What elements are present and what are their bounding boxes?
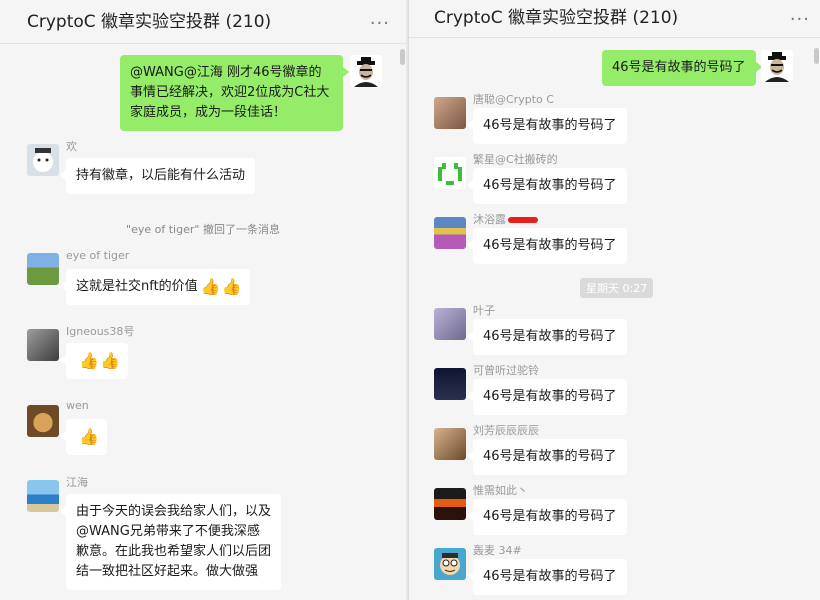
sender-name: 沐浴露 (473, 211, 538, 227)
horse-avatar[interactable] (434, 428, 466, 460)
time-divider: 星期天 0:27 (580, 278, 654, 298)
thumbs-up-icon: 👍 (79, 350, 99, 370)
bw-photo-avatar[interactable] (27, 329, 59, 361)
sender-name: 欢 (66, 140, 77, 153)
message-bubble[interactable]: 46号是有故事的号码了 (467, 319, 627, 355)
message-bubble[interactable]: 46号是有故事的号码了 (467, 228, 627, 264)
message-other: 繁星@C社搬砖的 46号是有故事的号码了 (409, 151, 820, 207)
chat-title: CryptoC 徽章实验空投群 (210) (434, 8, 679, 28)
message-bubble[interactable]: 👍 (60, 419, 107, 455)
thumbs-up-icon: 👍 (100, 350, 120, 370)
message-other: eye of tiger 这就是社交nft的价值 👍👍 (0, 249, 406, 313)
message-bubble[interactable]: 👍👍 (60, 343, 128, 379)
sender-name: Igneous38号 (66, 325, 135, 338)
message-other: 沐浴露 46号是有故事的号码了 (409, 211, 820, 267)
sender-name: 轰麦 34# (473, 544, 522, 557)
polar-bear-avatar[interactable] (27, 144, 59, 176)
message-bubble[interactable]: 这就是社交nft的价值 👍👍 (60, 269, 250, 305)
redaction-mark (508, 217, 538, 223)
message-self: @WANG@江海 刚才46号徽章的事情已经解决，欢迎2位成为C社大家庭成员，成为… (0, 0, 406, 131)
message-bubble[interactable]: 46号是有故事的号码了 (467, 559, 627, 595)
message-other: 叶子 46号是有故事的号码了 (409, 302, 820, 358)
more-options-button[interactable]: ... (790, 6, 810, 24)
message-other: 可曾听过驼铃 46号是有故事的号码了 (409, 362, 820, 418)
pixel-invader-avatar[interactable] (434, 157, 466, 189)
flower-field-avatar[interactable] (434, 217, 466, 249)
message-other: 轰麦 34# 46号是有故事的号码了 (409, 542, 820, 598)
message-bubble[interactable]: @WANG@江海 刚才46号徽章的事情已经解决，欢迎2位成为C社大家庭成员，成为… (120, 55, 349, 131)
message-bubble[interactable]: 46号是有故事的号码了 (467, 108, 627, 144)
message-other: 江海 由于今天的误会我给家人们，以及@WANG兄弟带来了不便我深感歉意。在此我也… (0, 474, 406, 594)
message-self: 46号是有故事的号码了 (409, 48, 820, 86)
message-text: 这就是社交nft的价值 (76, 279, 198, 294)
chat-header: CryptoC 徽章实验空投群 (210) ... (409, 0, 820, 38)
sender-name: 唐聪@Crypto C (473, 93, 554, 106)
sender-name: eye of tiger (66, 249, 130, 262)
message-bubble[interactable]: 46号是有故事的号码了 (602, 50, 762, 86)
girl-photo-avatar[interactable] (434, 97, 466, 129)
message-bubble[interactable]: 由于今天的误会我给家人们，以及@WANG兄弟带来了不便我深感歉意。在此我也希望家… (60, 494, 281, 590)
chat-window-right: CryptoC 徽章实验空投群 (210) ... 46号是有故事的号码了 唐聪… (408, 0, 820, 600)
sender-name: wen (66, 399, 89, 412)
beach-avatar[interactable] (27, 480, 59, 512)
dog-avatar[interactable] (27, 405, 59, 437)
sender-name: 江海 (66, 476, 88, 489)
sender-name: 惟需如此丶 (473, 484, 528, 497)
message-other: 唐聪@Crypto C 46号是有故事的号码了 (409, 91, 820, 147)
message-bubble[interactable]: 46号是有故事的号码了 (467, 168, 627, 204)
cartoon-avatar[interactable] (434, 548, 466, 580)
chat-window-left: CryptoC 徽章实验空投群 (210) ... @WANG@江海 刚才46号… (0, 0, 406, 600)
message-bubble[interactable]: 46号是有故事的号码了 (467, 379, 627, 415)
sender-label: 沐浴露 (473, 213, 506, 226)
hat-man-avatar[interactable] (350, 55, 382, 87)
message-other: Igneous38号 👍👍 (0, 323, 406, 387)
thumbs-up-icon: 👍 (221, 276, 242, 296)
sender-name: 可曾听过驼铃 (473, 364, 539, 377)
message-bubble[interactable]: 46号是有故事的号码了 (467, 499, 627, 535)
message-other: 欢 持有徽章，以后能有什么活动 (0, 138, 406, 198)
hat-man-avatar[interactable] (761, 50, 793, 82)
sender-name: 刘芳辰辰辰辰 (473, 424, 539, 437)
thumbs-up-icon: 👍 (79, 426, 99, 446)
thumbs-up-icon: 👍 (200, 276, 221, 296)
message-other: 刘芳辰辰辰辰 46号是有故事的号码了 (409, 422, 820, 478)
flower-field-avatar[interactable] (27, 253, 59, 285)
anime-avatar[interactable] (434, 308, 466, 340)
message-other: 惟需如此丶 46号是有故事的号码了 (409, 482, 820, 538)
night-sky-avatar[interactable] (434, 368, 466, 400)
sender-name: 叶子 (473, 304, 495, 317)
message-other: wen 👍 (0, 399, 406, 463)
message-bubble[interactable]: 持有徽章，以后能有什么活动 (59, 158, 256, 194)
sender-name: 繁星@C社搬砖的 (473, 153, 558, 166)
recall-notice: "eye of tiger" 撤回了一条消息 (126, 223, 280, 236)
message-bubble[interactable]: 46号是有故事的号码了 (467, 439, 627, 475)
sunset-avatar[interactable] (434, 488, 466, 520)
